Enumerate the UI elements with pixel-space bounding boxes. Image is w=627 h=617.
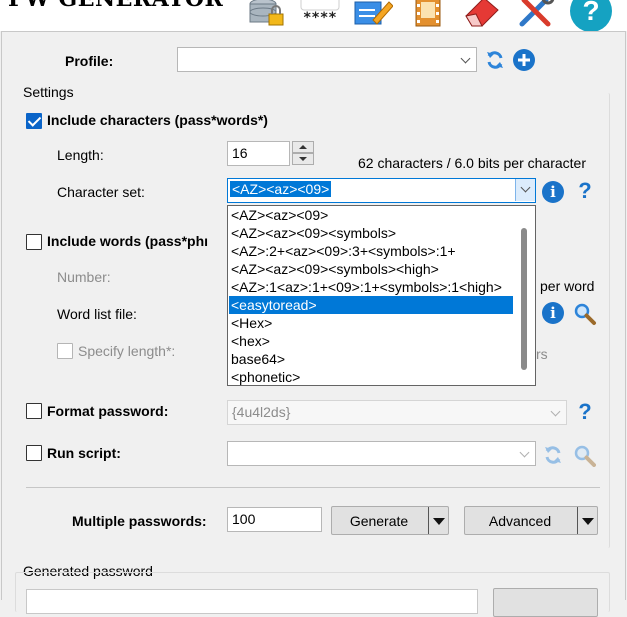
database-lock-icon[interactable] <box>247 0 287 26</box>
charset-option[interactable]: <AZ>:2+<az><09>:3+<symbols>:1+ <box>229 242 513 260</box>
chevron-down-icon <box>520 182 531 193</box>
help-icon[interactable]: ? <box>570 0 612 31</box>
length-value: 16 <box>232 145 248 161</box>
include-characters-label: Include characters (pass*words*) <box>47 112 268 128</box>
charset-option[interactable]: <AZ>:1<az>:1+<09>:1+<symbols>:1<high> <box>229 278 513 296</box>
add-profile-icon[interactable] <box>513 49 535 71</box>
help-icon-glyph: ? <box>582 0 600 26</box>
character-set-value: <AZ><az><09> <box>230 181 332 197</box>
character-set-combo[interactable]: <AZ><az><09> <box>227 178 536 203</box>
length-spin-up[interactable] <box>292 141 314 153</box>
advanced-button[interactable]: Advanced <box>464 506 598 535</box>
charset-option[interactable]: <hex> <box>229 332 513 350</box>
charset-option-highlighted[interactable]: <easytoread> <box>229 296 513 314</box>
include-words-checkbox[interactable] <box>26 234 42 250</box>
words-stats-suffix: per word <box>540 278 595 294</box>
multiple-passwords-input[interactable]: 100 <box>227 507 322 532</box>
eraser-icon[interactable] <box>462 0 502 27</box>
dropdown-scrollbar[interactable] <box>514 206 535 385</box>
generate-button[interactable]: Generate <box>331 506 449 535</box>
generated-password-field[interactable] <box>26 589 478 614</box>
format-password-combo[interactable]: {4u4l2ds} <box>227 400 567 425</box>
edit-icon[interactable] <box>353 0 394 25</box>
profile-label: Profile: <box>65 53 114 69</box>
copy-button[interactable] <box>493 588 598 617</box>
charset-option[interactable]: base64> <box>229 350 513 368</box>
format-password-label: Format password: <box>47 403 169 419</box>
advanced-dropdown-arrow[interactable] <box>577 507 597 534</box>
app-header: PW GENERATOR **** <box>0 0 627 31</box>
help-icon[interactable]: ? <box>576 178 594 204</box>
generate-dropdown-arrow[interactable] <box>428 507 448 534</box>
chevron-down-icon <box>519 447 530 458</box>
specify-length-label: Specify length*: <box>78 343 176 359</box>
characters-stats: 62 characters / 6.0 bits per character <box>358 155 586 171</box>
format-password-checkbox[interactable] <box>26 403 42 419</box>
include-words-label: Include words (pass*phı <box>47 233 209 249</box>
dropdown-scrollbar-thumb[interactable] <box>521 228 527 370</box>
run-script-combo[interactable] <box>227 441 536 466</box>
generate-button-label: Generate <box>349 513 409 529</box>
format-password-value: {4u4l2ds} <box>232 404 291 420</box>
charset-option[interactable]: <AZ><az><09><symbols> <box>229 224 513 242</box>
multiple-passwords-value: 100 <box>232 511 256 527</box>
password-dots-glyph: **** <box>303 10 337 26</box>
help-icon[interactable]: ? <box>576 399 594 425</box>
length-input[interactable]: 16 <box>227 141 290 166</box>
multiple-passwords-label: Multiple passwords: <box>72 513 207 529</box>
search-icon[interactable] <box>573 302 597 326</box>
length-label: Length: <box>57 147 104 163</box>
character-set-dropdown-list[interactable]: <AZ><az><09> <AZ><az><09><symbols> <AZ>:… <box>227 205 536 386</box>
run-script-checkbox[interactable] <box>26 445 42 461</box>
run-script-label: Run script: <box>47 445 121 461</box>
tools-icon[interactable] <box>516 0 556 27</box>
length-spin-down[interactable] <box>292 153 314 165</box>
word-list-label: Word list file: <box>57 306 137 322</box>
specify-length-checkbox[interactable] <box>57 343 73 359</box>
chevron-down-icon <box>550 406 561 417</box>
divider <box>26 487 600 488</box>
character-set-drop-button[interactable] <box>515 179 535 201</box>
info-icon[interactable]: i <box>542 181 564 203</box>
charset-option[interactable]: <AZ><az><09> <box>229 206 513 224</box>
charset-option[interactable]: <Hex> <box>229 314 513 332</box>
password-dots-icon[interactable]: **** <box>300 0 340 26</box>
advanced-button-label: Advanced <box>488 513 552 529</box>
refresh-icon[interactable] <box>543 445 563 465</box>
specify-length-suffix: rs <box>536 346 548 362</box>
app-title: PW GENERATOR <box>8 0 223 12</box>
search-icon[interactable] <box>573 444 597 468</box>
profile-combo[interactable] <box>177 47 477 72</box>
refresh-icon[interactable] <box>485 50 505 70</box>
film-icon[interactable] <box>408 0 448 27</box>
include-characters-checkbox[interactable] <box>26 113 42 129</box>
info-icon[interactable]: i <box>542 302 564 324</box>
charset-option[interactable]: <AZ><az><09><symbols><high> <box>229 260 513 278</box>
charset-option[interactable]: <phonetic> <box>229 368 513 385</box>
chevron-down-icon <box>460 53 471 64</box>
number-label: Number: <box>57 269 111 285</box>
character-set-label: Character set: <box>57 184 145 200</box>
